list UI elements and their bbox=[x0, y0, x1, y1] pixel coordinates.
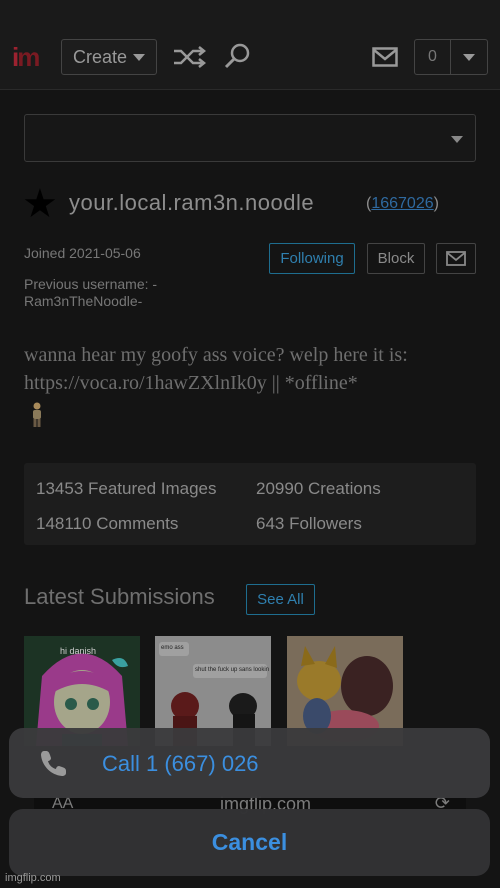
profile-select[interactable] bbox=[24, 114, 476, 162]
thumbnail-caption-top: emo ass bbox=[161, 645, 184, 651]
mail-icon bbox=[446, 251, 466, 266]
latest-submissions-heading: Latest Submissions bbox=[24, 584, 215, 609]
watermark: imgflip.com bbox=[5, 872, 61, 884]
thumbnail-caption: hi danish bbox=[60, 646, 97, 656]
user-id-link[interactable]: 1667026 bbox=[371, 195, 433, 212]
stats-panel: 13453 Featured Images 20990 Creations 14… bbox=[24, 463, 476, 545]
mail-icon[interactable] bbox=[372, 47, 398, 67]
search-icon[interactable] bbox=[223, 42, 251, 70]
top-navbar: im Create 0 bbox=[0, 0, 500, 90]
person-standing-emoji-icon bbox=[33, 402, 41, 427]
block-button[interactable]: Block bbox=[367, 243, 425, 274]
following-button[interactable]: Following bbox=[269, 243, 355, 274]
message-button[interactable] bbox=[436, 243, 476, 274]
call-label: Call 1 (667) 026 bbox=[102, 751, 259, 776]
imgflip-logo[interactable]: im bbox=[12, 42, 40, 73]
comments-count: 148110 Comments bbox=[36, 514, 179, 533]
see-all-button[interactable]: See All bbox=[246, 584, 315, 615]
bio-text: wanna hear my goofy ass voice? welp here… bbox=[24, 344, 408, 394]
featured-images-count: 13453 Featured Images bbox=[36, 479, 217, 498]
chevron-down-icon bbox=[451, 136, 463, 143]
notification-dropdown[interactable] bbox=[451, 40, 487, 74]
cancel-button[interactable]: Cancel bbox=[9, 809, 490, 876]
creations-count: 20990 Creations bbox=[256, 479, 381, 498]
username: your.local.ram3n.noodle bbox=[69, 190, 315, 215]
joined-date: Joined 2021-05-06 bbox=[24, 245, 141, 261]
chevron-down-icon bbox=[133, 53, 146, 61]
call-action[interactable]: Call 1 (667) 026 bbox=[9, 728, 490, 798]
chevron-down-icon bbox=[463, 53, 475, 61]
thumbnail-caption-mid: shut the fuck up sans lookin bbox=[195, 667, 270, 673]
cancel-label: Cancel bbox=[211, 829, 288, 855]
create-button[interactable]: Create bbox=[61, 39, 157, 75]
notification-count[interactable]: 0 bbox=[415, 40, 451, 74]
star-icon: ★ bbox=[22, 182, 58, 226]
previous-username: Previous username: -Ram3nTheNoodle- bbox=[24, 276, 158, 309]
user-id: (1667026) bbox=[366, 195, 439, 212]
notification-box[interactable]: 0 bbox=[414, 39, 488, 75]
phone-icon bbox=[41, 751, 66, 776]
shuffle-icon[interactable] bbox=[172, 46, 206, 68]
followers-count: 643 Followers bbox=[256, 514, 362, 533]
create-label: Create bbox=[72, 46, 128, 67]
